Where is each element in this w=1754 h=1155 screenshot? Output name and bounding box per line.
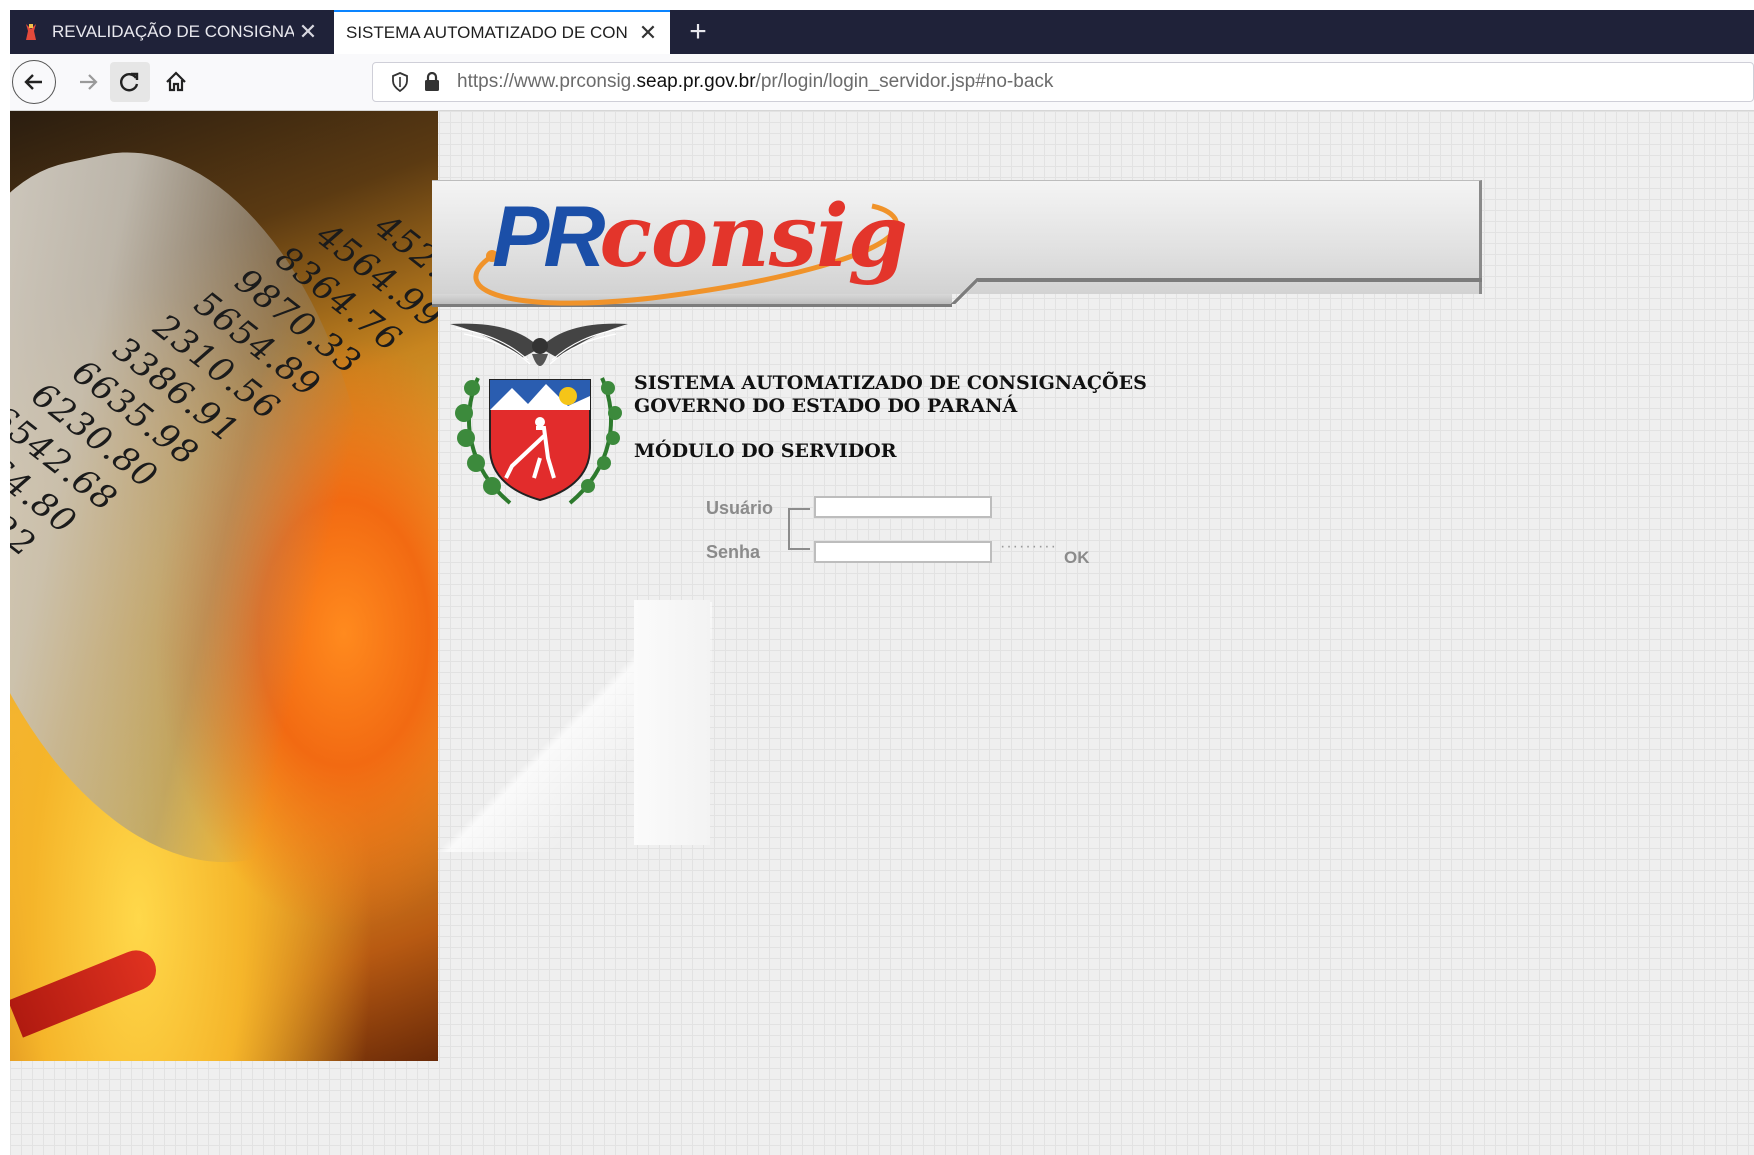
tab-bar: REVALIDAÇÃO DE CONSIGNAD ✕ SISTEMA AUTOM…: [10, 10, 1754, 54]
form-bracket: [788, 508, 812, 550]
url-text[interactable]: https://www.prconsig.seap.pr.gov.br/pr/l…: [457, 71, 1053, 93]
logo-wordmark: PRconsig: [492, 186, 908, 287]
logo-consig: consig: [599, 186, 907, 287]
ok-button[interactable]: OK: [1064, 548, 1090, 568]
password-input[interactable]: [814, 541, 992, 563]
tab-label: REVALIDAÇÃO DE CONSIGNAD: [52, 22, 294, 41]
tab-sistema-automatizado[interactable]: SISTEMA AUTOMATIZADO DE CON ✕: [334, 10, 670, 54]
decorative-slab: [634, 600, 710, 845]
tab-revalidacao[interactable]: REVALIDAÇÃO DE CONSIGNAD ✕: [10, 10, 330, 54]
reload-icon[interactable]: [110, 62, 150, 102]
url-path: /pr/login/login_servidor.jsp#no-back: [755, 71, 1054, 92]
forward-arrow-icon[interactable]: [68, 62, 108, 102]
system-header: SISTEMA AUTOMATIZADO DE CONSIGNAÇÕES GOV…: [634, 372, 1147, 463]
photo-pencil: [10, 944, 163, 1038]
banner-bottom-edge: [978, 278, 1482, 282]
new-tab-button[interactable]: +: [676, 10, 720, 54]
government-title: GOVERNO DO ESTADO DO PARANÁ: [634, 395, 1018, 417]
nav-toolbar: https://www.prconsig.seap.pr.gov.br/pr/l…: [10, 54, 1754, 111]
finance-photo: 33.78452.784564.998364.769870.335654.892…: [10, 111, 438, 1061]
module-title: MÓDULO DO SERVIDOR: [634, 440, 897, 462]
ok-leader-dots: ·········: [1000, 538, 1057, 555]
username-input[interactable]: [814, 496, 992, 518]
tracking-shield-icon[interactable]: [385, 72, 415, 92]
username-label: Usuário: [706, 498, 774, 518]
lock-icon[interactable]: [419, 72, 445, 92]
tab-close-icon[interactable]: ✕: [294, 19, 322, 45]
url-prefix: https://www.prconsig.: [457, 71, 637, 92]
logo-pr: PR: [492, 189, 605, 285]
banner-notch: [950, 278, 980, 304]
password-label: Senha: [706, 542, 761, 562]
tab-label: SISTEMA AUTOMATIZADO DE CON: [346, 23, 628, 42]
prconsig-logo: PRconsig: [452, 186, 912, 306]
home-icon[interactable]: [156, 62, 196, 102]
address-bar[interactable]: https://www.prconsig.seap.pr.gov.br/pr/l…: [372, 62, 1754, 102]
favicon-icon: [24, 23, 44, 41]
parana-coat-of-arms: [450, 318, 630, 523]
back-arrow-icon[interactable]: [12, 60, 56, 104]
url-domain: seap.pr.gov.br: [636, 71, 756, 92]
tab-close-icon[interactable]: ✕: [634, 20, 662, 46]
system-title: SISTEMA AUTOMATIZADO DE CONSIGNAÇÕES: [634, 372, 1147, 394]
